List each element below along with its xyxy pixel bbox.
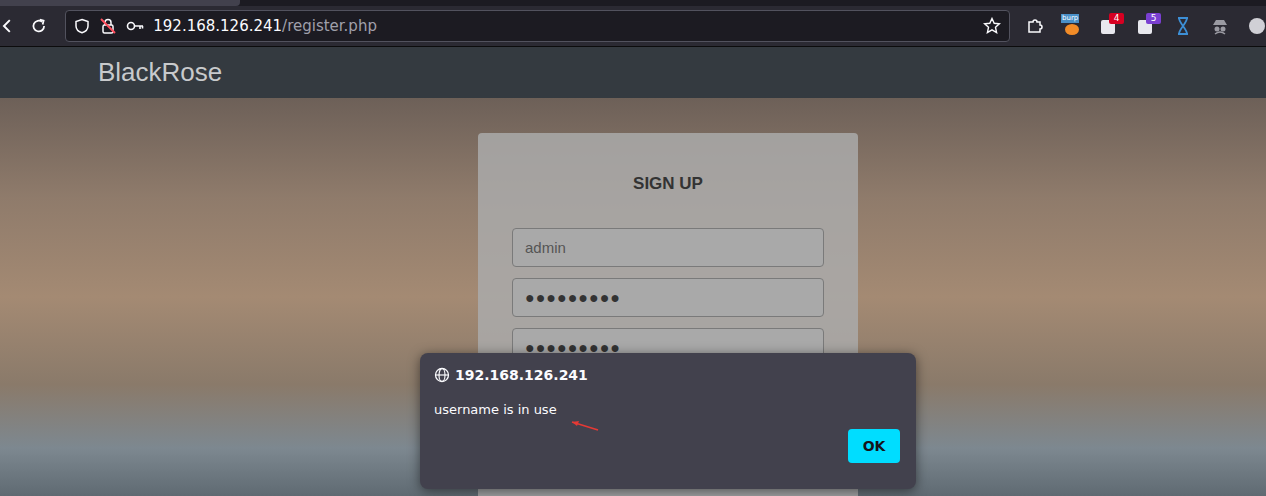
password-input[interactable]: ●●●●●●●●● [512, 278, 824, 317]
ok-button[interactable]: OK [848, 429, 900, 463]
burp-label: burp [1061, 14, 1079, 23]
back-icon[interactable] [2, 18, 12, 34]
count-badge: 4 [1109, 13, 1124, 24]
address-bar[interactable]: 192.168.126.241/register.php [65, 10, 1010, 42]
puzzle-icon[interactable] [1026, 17, 1044, 35]
globe-icon [434, 367, 450, 383]
extension-button[interactable] [1248, 15, 1266, 37]
signup-title: SIGN UP [512, 173, 824, 195]
bookmark-star-icon[interactable] [983, 17, 1001, 35]
insecure-lock-icon[interactable] [99, 17, 117, 35]
hourglass-icon[interactable] [1176, 17, 1190, 35]
dialog-header: 192.168.126.241 [434, 367, 900, 383]
extensions-bar: burp 4 5 [1026, 15, 1266, 37]
url-text[interactable]: 192.168.126.241/register.php [153, 17, 377, 35]
count-badge: 5 [1146, 13, 1161, 24]
spy-icon[interactable] [1211, 17, 1229, 35]
badged-extension-icon[interactable]: 5 [1137, 17, 1155, 35]
extension-button[interactable] [1174, 15, 1192, 37]
brand-logo[interactable]: BlackRose [98, 57, 222, 88]
profile-icon[interactable] [1249, 18, 1265, 34]
red-arrow-icon [570, 419, 600, 433]
reload-icon[interactable] [30, 17, 48, 35]
extension-button[interactable]: 4 [1100, 15, 1118, 37]
shield-icon[interactable] [74, 18, 90, 34]
dialog-message: username is in use [434, 402, 900, 417]
username-input[interactable]: admin [512, 228, 824, 267]
browser-window: 192.168.126.241/register.php burp 4 5 Bl… [0, 0, 1266, 496]
extension-button[interactable] [1026, 15, 1044, 37]
extension-button[interactable]: burp [1063, 15, 1081, 37]
badged-extension-icon[interactable]: 4 [1100, 17, 1118, 35]
extension-button[interactable] [1211, 15, 1229, 37]
toolbar: 192.168.126.241/register.php burp 4 5 [0, 6, 1266, 47]
city-background-photo: SIGN UP admin●●●●●●●●●●●●●●●●●● 192.168.… [0, 98, 1266, 496]
site-navbar: BlackRose [0, 47, 1266, 98]
extension-button[interactable]: 5 [1137, 15, 1155, 37]
alert-dialog: 192.168.126.241 username is in use OK [420, 353, 916, 489]
burp-icon[interactable]: burp [1063, 17, 1081, 35]
dialog-origin: 192.168.126.241 [455, 367, 588, 383]
key-icon[interactable] [126, 19, 144, 33]
